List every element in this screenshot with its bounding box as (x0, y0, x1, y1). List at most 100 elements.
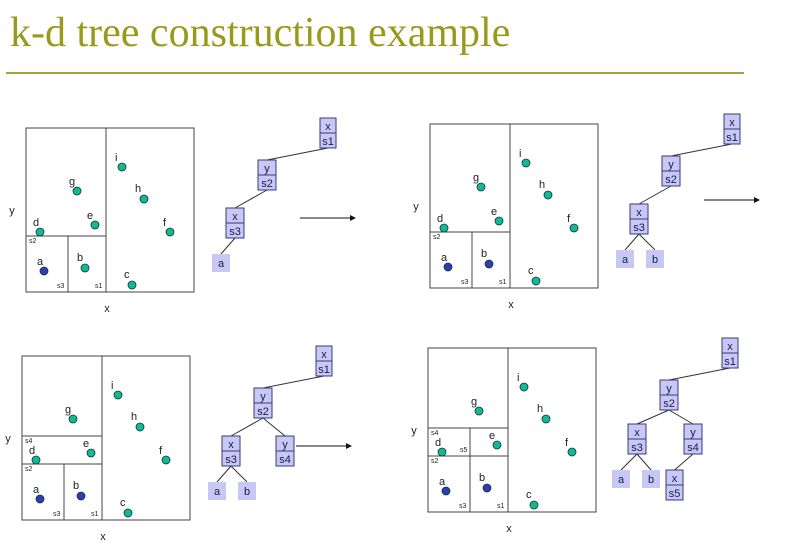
point-label-c: c (526, 489, 532, 501)
tree-node-top-n3: x (634, 427, 640, 439)
tree-node-bottom-n1: s1 (318, 364, 330, 376)
point-label-g: g (473, 172, 479, 184)
point-label-f: f (163, 217, 167, 229)
partition-plot: s1 s2 s3 s4 a b c d e f g h i x y (5, 355, 191, 543)
tree-leaf-label-a: a (618, 474, 625, 486)
data-point-i (117, 162, 127, 172)
point-label-d: d (33, 217, 39, 229)
tree-node-top-n1: x (727, 341, 733, 353)
tree-edge-n3-la (216, 465, 232, 483)
tree-edge-n3-lb (638, 233, 656, 251)
data-point-h (139, 194, 149, 204)
tree-node-bottom-n2: s2 (663, 398, 675, 410)
plot-frame (21, 355, 191, 521)
x-axis-label: x (506, 523, 512, 535)
split-label-s5: s5 (460, 447, 468, 454)
tree-edge-n3-la (624, 233, 640, 251)
point-label-h: h (135, 183, 141, 195)
tree-edge-n3-la (620, 453, 638, 471)
kd-tree: x s1 y s2 x s3 y s4 a b (208, 345, 333, 500)
split-label-s3: s3 (57, 283, 65, 290)
tree-leaf-label-a: a (218, 258, 225, 270)
point-label-i: i (519, 148, 521, 160)
tree-leaf-label-b: b (652, 254, 658, 266)
split-label-s3: s3 (461, 279, 469, 286)
tree-node-bottom-n2: s2 (665, 174, 677, 186)
tree-node-bottom-n2: s2 (261, 178, 273, 190)
data-point-f (161, 455, 171, 465)
data-point-g (68, 414, 78, 424)
tree-node-bottom-n1: s1 (322, 136, 334, 148)
data-point-b (76, 491, 86, 501)
tree-node-top-n3: x (636, 207, 642, 219)
data-point-d (31, 455, 41, 465)
point-label-b: b (73, 480, 79, 492)
point-label-a: a (439, 476, 446, 488)
data-point-i (519, 382, 529, 392)
tree-node-bottom-n4: s4 (687, 442, 699, 454)
partition-plot: s1 s2 s3 s4 s5 a b c d e f g h i x y (411, 347, 597, 535)
data-point-a (441, 486, 451, 496)
tree-leaf-label-a: a (622, 254, 629, 266)
y-axis-label: y (413, 201, 419, 213)
next-step-arrow-head (350, 215, 356, 221)
data-point-d (439, 223, 449, 233)
data-point-g (72, 186, 82, 196)
plot-frame (429, 123, 599, 289)
data-point-e (86, 448, 96, 458)
point-label-c: c (120, 497, 126, 509)
tree-edge-n3-lb (230, 465, 248, 483)
data-point-e (492, 440, 502, 450)
data-point-f (165, 227, 175, 237)
point-label-a: a (37, 256, 44, 268)
point-label-h: h (539, 179, 545, 191)
point-label-e: e (87, 210, 93, 222)
data-point-h (135, 422, 145, 432)
plot-frame (25, 127, 195, 293)
data-point-b (80, 263, 90, 273)
tree-node-top-n1: x (729, 117, 735, 129)
title-underline (6, 72, 744, 74)
point-label-i: i (115, 152, 117, 164)
panel-1: s1 s2 s3 a b c d e f g h i x y x s1 y s2 x s3 a (9, 117, 356, 315)
point-label-g: g (69, 176, 75, 188)
data-point-c (529, 500, 539, 510)
tree-node-top-n5: x (672, 473, 678, 485)
split-label-s2: s2 (433, 234, 441, 241)
split-label-s2: s2 (431, 458, 439, 465)
point-label-i: i (517, 372, 519, 384)
x-axis-label: x (508, 299, 514, 311)
tree-edge-n4-n5 (674, 453, 694, 471)
data-point-a (39, 266, 49, 276)
data-point-i (521, 158, 531, 168)
point-label-a: a (441, 252, 448, 264)
tree-node-bottom-n2: s2 (257, 406, 269, 418)
data-point-g (476, 182, 486, 192)
data-point-c (127, 280, 137, 290)
tree-node-top-n3: x (232, 211, 238, 223)
point-label-e: e (489, 430, 495, 442)
x-axis-label: x (104, 303, 110, 315)
partition-plot: s1 s2 s3 a b c d e f g h i x y (413, 123, 599, 311)
page-title: k-d tree construction example (10, 10, 511, 56)
x-axis-label: x (100, 531, 106, 543)
point-label-f: f (159, 445, 163, 457)
tree-leaf-label-b: b (244, 486, 250, 498)
point-label-c: c (124, 269, 130, 281)
panel-4: s1 s2 s3 s4 s5 a b c d e f g h i x y x s1 y s2 x s3 y s4 x s5 a b (411, 337, 739, 535)
next-step-arrow-head (346, 443, 352, 449)
kd-tree: x s1 y s2 x s3 a b (616, 113, 741, 268)
kd-tree: x s1 y s2 x s3 a (212, 117, 337, 272)
data-point-h (543, 190, 553, 200)
tree-node-top-n4: y (690, 427, 696, 439)
data-point-g (474, 406, 484, 416)
data-point-a (443, 262, 453, 272)
plot-frame (427, 347, 597, 513)
tree-node-top-n2: y (264, 163, 270, 175)
tree-node-bottom-n3: s3 (225, 454, 237, 466)
data-point-f (567, 447, 577, 457)
tree-node-top-n2: y (668, 159, 674, 171)
split-label-s4: s4 (431, 430, 439, 437)
split-label-s3: s3 (53, 511, 61, 518)
split-label-s2: s2 (25, 466, 33, 473)
